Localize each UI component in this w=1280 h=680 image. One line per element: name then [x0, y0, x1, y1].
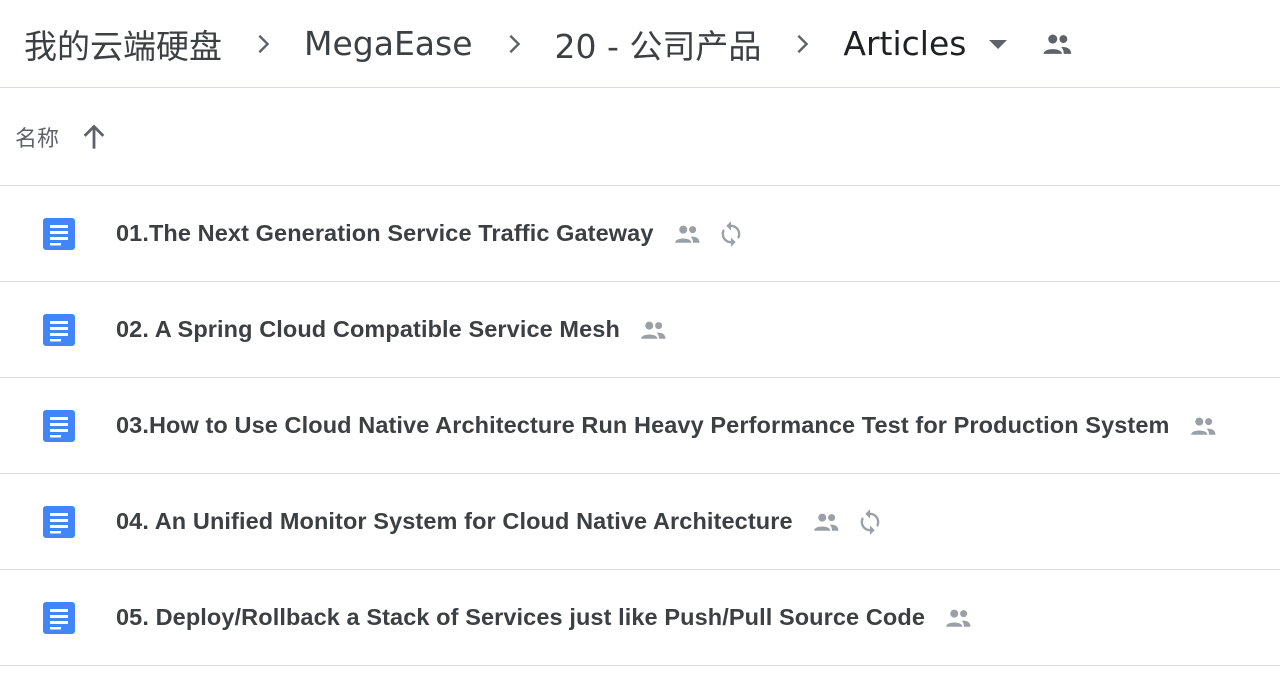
- list-column-header: 名称: [0, 88, 1280, 186]
- file-list: 01.The Next Generation Service Traffic G…: [0, 186, 1280, 666]
- shared-people-icon: [670, 219, 704, 249]
- file-name[interactable]: 05. Deploy/Rollback a Stack of Services …: [116, 604, 925, 631]
- google-docs-icon: [42, 601, 76, 635]
- file-name[interactable]: 01.The Next Generation Service Traffic G…: [116, 220, 654, 247]
- chevron-right-icon: [791, 33, 813, 55]
- shared-folder-people-icon[interactable]: [1040, 27, 1074, 61]
- breadcrumb-company-products[interactable]: 20 - 公司产品: [551, 14, 766, 74]
- breadcrumb-megaease[interactable]: MegaEase: [300, 18, 477, 69]
- file-name[interactable]: 04. An Unified Monitor System for Cloud …: [116, 508, 793, 535]
- chevron-right-icon: [252, 33, 274, 55]
- file-name[interactable]: 02. A Spring Cloud Compatible Service Me…: [116, 316, 620, 343]
- breadcrumb: 我的云端硬盘 MegaEase 20 - 公司产品 Articles: [0, 0, 1280, 88]
- breadcrumb-my-drive[interactable]: 我的云端硬盘: [20, 14, 226, 74]
- shared-people-icon: [941, 603, 975, 633]
- shared-people-icon: [1186, 411, 1220, 441]
- file-row[interactable]: 04. An Unified Monitor System for Cloud …: [0, 474, 1280, 570]
- caret-down-icon[interactable]: [986, 32, 1010, 56]
- google-docs-icon: [42, 505, 76, 539]
- google-docs-icon: [42, 217, 76, 251]
- chevron-right-icon: [503, 33, 525, 55]
- shared-people-icon: [809, 507, 843, 537]
- file-row[interactable]: 02. A Spring Cloud Compatible Service Me…: [0, 282, 1280, 378]
- shared-people-icon: [636, 315, 670, 345]
- sync-icon: [716, 219, 746, 249]
- file-name[interactable]: 03.How to Use Cloud Native Architecture …: [116, 412, 1170, 439]
- name-column-header[interactable]: 名称: [15, 121, 59, 153]
- file-row[interactable]: 03.How to Use Cloud Native Architecture …: [0, 378, 1280, 474]
- file-row[interactable]: 05. Deploy/Rollback a Stack of Services …: [0, 570, 1280, 666]
- file-row[interactable]: 01.The Next Generation Service Traffic G…: [0, 186, 1280, 282]
- google-docs-icon: [42, 409, 76, 443]
- sync-icon: [855, 507, 885, 537]
- arrow-up-icon[interactable]: [79, 122, 109, 152]
- breadcrumb-current-folder[interactable]: Articles: [839, 18, 970, 69]
- google-docs-icon: [42, 313, 76, 347]
